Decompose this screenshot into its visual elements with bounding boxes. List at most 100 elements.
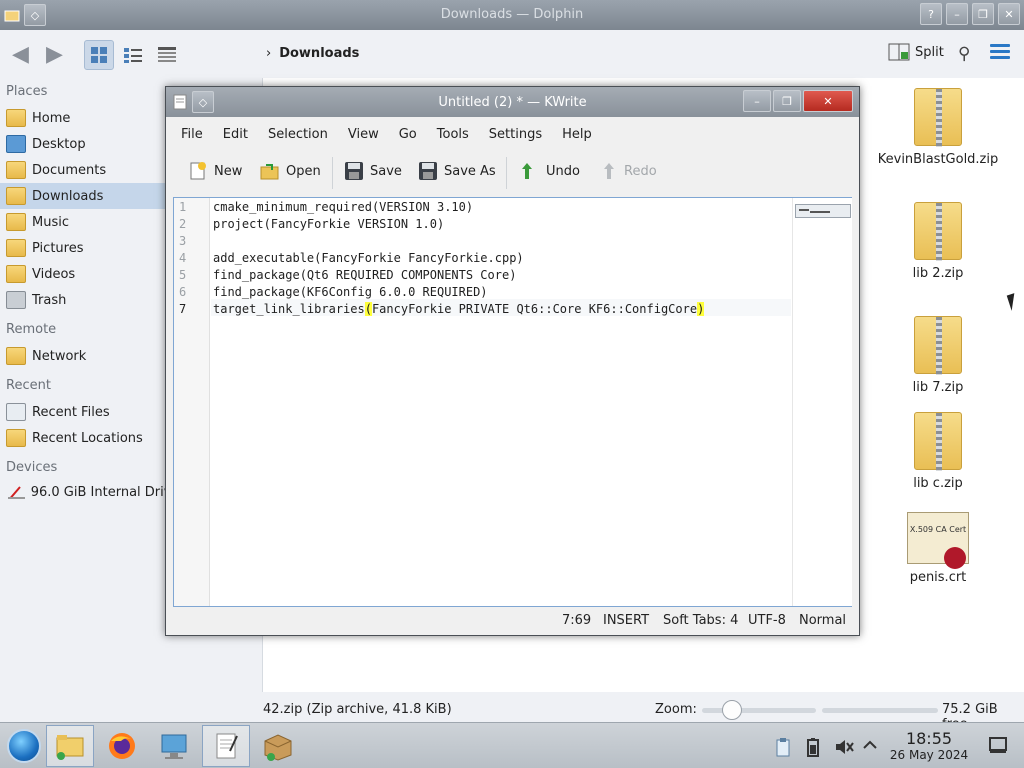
details-view-button[interactable] [152, 40, 182, 70]
minimize-button[interactable]: – [743, 90, 771, 112]
close-button[interactable]: ✕ [998, 3, 1020, 25]
start-menu-button[interactable] [0, 725, 48, 767]
task-ark[interactable] [254, 725, 302, 767]
file-name: lib c.zip [913, 476, 963, 491]
file-item[interactable]: KevinBlastGold.zip [873, 88, 1003, 167]
minimap-viewport[interactable] [795, 204, 851, 218]
volume-muted-icon[interactable] [834, 737, 854, 761]
cursor-position[interactable]: 7:69 [562, 613, 591, 628]
menu-help[interactable]: Help [562, 127, 592, 142]
details-view-icon [158, 47, 176, 62]
hamburger-menu-icon[interactable] [990, 44, 1010, 62]
menu-settings[interactable]: Settings [489, 127, 542, 142]
task-kwrite[interactable] [202, 725, 250, 767]
sidebar-item-downloads[interactable]: Downloads [0, 183, 170, 209]
recent-locations-icon [6, 429, 26, 447]
file-item[interactable]: lib 2.zip [873, 202, 1003, 281]
sidebar-item-label: Music [32, 214, 69, 230]
battery-tray-icon[interactable] [806, 737, 820, 761]
matching-bracket-close: ) [697, 302, 705, 316]
save-as-button[interactable]: Save As [418, 161, 496, 181]
pictures-folder-icon [6, 239, 26, 257]
compact-view-icon [124, 48, 142, 63]
chevron-up-icon[interactable] [862, 737, 878, 757]
help-button[interactable]: ? [920, 3, 942, 25]
breadcrumb[interactable]: › Downloads [266, 46, 359, 61]
zoom-slider-handle[interactable] [722, 700, 742, 720]
menu-tools[interactable]: Tools [437, 127, 469, 142]
show-desktop-icon[interactable] [988, 736, 1008, 758]
window-title: Downloads — Dolphin [440, 7, 584, 22]
sidebar-item-recent-locations[interactable]: Recent Locations [0, 425, 170, 451]
search-icon[interactable]: ⚲ [958, 44, 970, 64]
open-button[interactable]: Open [260, 161, 321, 181]
maximize-button[interactable]: ❐ [773, 90, 801, 112]
sidebar-item-label: Recent Locations [32, 430, 143, 446]
zoom-slider-track[interactable] [702, 708, 816, 713]
indentation-settings[interactable]: Soft Tabs: 4 [663, 613, 738, 628]
sidebar-item-trash[interactable]: Trash [0, 287, 170, 313]
sidebar-item-recent-files[interactable]: Recent Files [0, 399, 170, 425]
back-arrow-icon[interactable]: ◀ [12, 42, 29, 67]
close-button[interactable]: ✕ [803, 90, 853, 112]
menu-view[interactable]: View [348, 127, 379, 142]
input-mode[interactable]: INSERT [603, 613, 649, 628]
text-editor[interactable]: 1 2 3 4 5 6 7 cmake_minimum_required(VER… [173, 197, 852, 607]
file-item[interactable]: X.509 CA Cert penis.crt [873, 512, 1003, 585]
split-label: Split [915, 44, 944, 60]
sidebar-item-label: Documents [32, 162, 107, 178]
file-item[interactable]: lib c.zip [873, 412, 1003, 491]
sidebar-item-videos[interactable]: Videos [0, 261, 170, 287]
zoom-label: Zoom: [655, 702, 697, 717]
free-space-bar [822, 708, 938, 713]
sidebar-item-documents[interactable]: Documents [0, 157, 170, 183]
forward-arrow-icon[interactable]: ▶ [46, 42, 63, 67]
task-firefox[interactable] [98, 725, 146, 767]
certificate-seal-icon [944, 547, 966, 569]
split-button[interactable]: Split [888, 43, 944, 61]
sidebar-item-drive[interactable]: 96.0 GiB Internal Drive [0, 479, 170, 505]
menu-edit[interactable]: Edit [223, 127, 248, 142]
code-line: find_package(Qt6 REQUIRED COMPONENTS Cor… [213, 268, 517, 282]
minimap-scrollbar[interactable] [792, 198, 852, 606]
menu-go[interactable]: Go [399, 127, 417, 142]
task-system-settings[interactable] [150, 725, 198, 767]
clipboard-tray-icon[interactable] [774, 737, 792, 761]
menu-selection[interactable]: Selection [268, 127, 328, 142]
sidebar-item-label: Recent Files [32, 404, 110, 420]
kwrite-titlebar[interactable]: ◇ Untitled (2) * — KWrite – ❐ ✕ [166, 87, 859, 117]
save-icon [345, 162, 363, 180]
icons-view-button[interactable] [84, 40, 114, 70]
file-name: KevinBlastGold.zip [877, 152, 999, 167]
save-button[interactable]: Save [344, 161, 402, 181]
file-name: lib 2.zip [912, 266, 964, 281]
sidebar-item-network[interactable]: Network [0, 343, 170, 369]
sidebar-item-desktop[interactable]: Desktop [0, 131, 170, 157]
desktop-icon [6, 135, 26, 153]
sidebar-item-label: Desktop [32, 136, 86, 152]
menu-file[interactable]: File [181, 127, 203, 142]
minimize-button[interactable]: – [946, 3, 968, 25]
save-label: Save [370, 163, 402, 179]
sidebar-item-pictures[interactable]: Pictures [0, 235, 170, 261]
sidebar-item-music[interactable]: Music [0, 209, 170, 235]
places-header: Places [6, 84, 48, 99]
clock-date[interactable]: 26 May 2024 [886, 748, 972, 762]
code-line: project(FancyForkie VERSION 1.0) [213, 217, 445, 231]
maximize-button[interactable]: ❐ [972, 3, 994, 25]
sidebar-item-home[interactable]: Home [0, 105, 170, 131]
new-button[interactable]: New [188, 161, 242, 181]
file-item[interactable]: lib 7.zip [873, 316, 1003, 395]
line-number: 5 [179, 268, 187, 282]
syntax-mode[interactable]: Normal [799, 613, 846, 628]
code-line: find_package(KF6Config 6.0.0 REQUIRED) [213, 285, 488, 299]
save-as-icon [419, 162, 437, 180]
encoding[interactable]: UTF-8 [748, 613, 786, 628]
line-number: 3 [179, 234, 187, 248]
undo-button[interactable]: Undo [520, 161, 580, 181]
clock-time[interactable]: 18:55 [892, 729, 966, 748]
task-dolphin[interactable] [46, 725, 94, 767]
breadcrumb-downloads[interactable]: Downloads [279, 46, 359, 61]
redo-button[interactable]: Redo [598, 161, 657, 181]
compact-view-button[interactable] [118, 40, 148, 70]
